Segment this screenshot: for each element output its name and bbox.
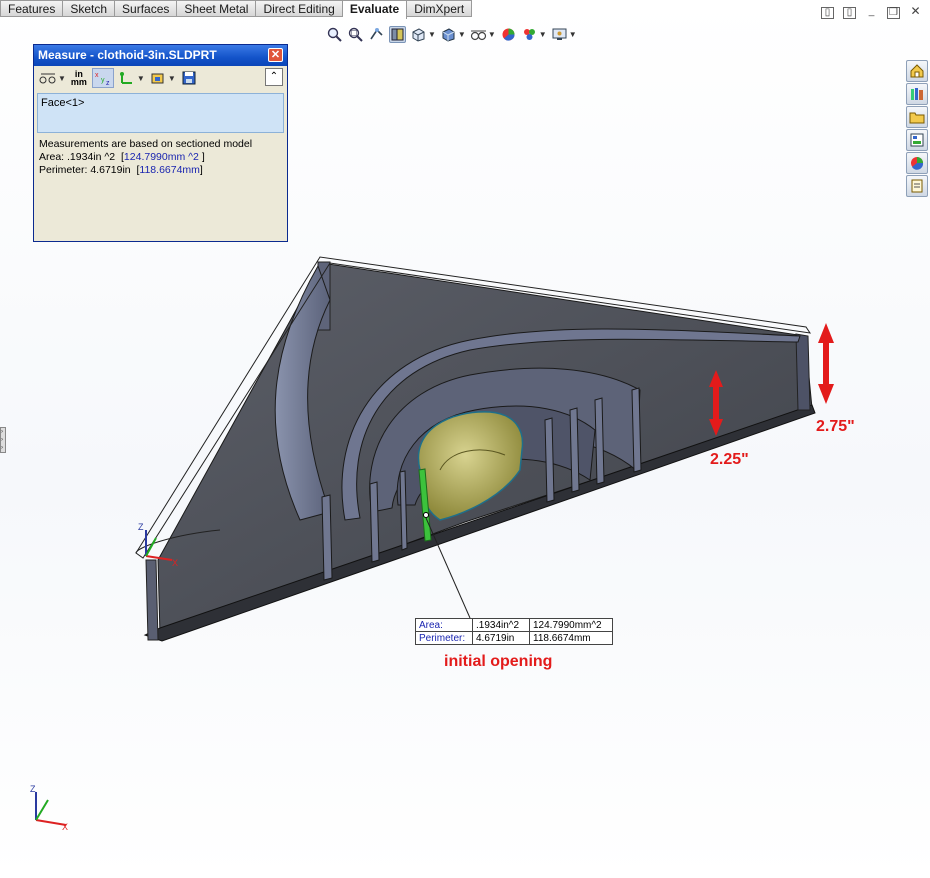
measure-dialog: Measure - clothoid-3in.SLDPRT ✕ ▼ in mm … [33,44,288,242]
selection-item[interactable]: Face<1> [41,97,84,109]
measure-dialog-titlebar[interactable]: Measure - clothoid-3in.SLDPRT ✕ [34,45,287,66]
perimeter-value: Perimeter: 4.6719in [39,164,131,176]
svg-text:y: y [101,77,105,84]
callout-perimeter-in: 4.6719in [472,631,530,645]
close-icon[interactable]: ✕ [268,48,283,62]
save-icon[interactable] [178,68,200,88]
chevron-down-icon[interactable]: ▼ [137,74,145,83]
callout-perimeter-label: Perimeter: [415,631,473,645]
reference-triad: Z X [30,784,68,832]
area-alt-value: 124.7990mm ^2 [123,151,199,163]
svg-text:X: X [172,558,178,568]
units-precision-button[interactable]: in mm [68,68,90,88]
selection-box[interactable]: Face<1> [37,93,284,133]
area-value: Area: .1934in ^2 [39,151,116,163]
perimeter-alt-value: 118.6674mm [139,164,200,176]
svg-text:Z: Z [30,784,36,794]
model-right-wall [795,333,811,411]
annotation-initial-opening: initial opening [444,653,553,670]
results-area: Area: .1934in ^2 [124.7990mm ^2 ] [39,151,205,163]
svg-text:X: X [62,822,68,832]
collapse-icon[interactable]: ⌃ [265,68,283,86]
measure-dialog-title: Measure - clothoid-3in.SLDPRT [38,48,217,62]
projected-on-icon[interactable] [147,68,169,88]
chevron-down-icon[interactable]: ▼ [168,74,176,83]
dimension-label-inner: 2.25" [710,451,749,468]
measure-toolbar: ▼ in mm xyz ▼ ▼ ⌃ [34,66,287,90]
callout-area-mm: 124.7990mm^2 [529,618,613,632]
table-row: Perimeter: 4.6719in 118.6674mm [415,631,613,645]
measure-point-marker [423,512,429,518]
svg-text:Z: Z [138,522,144,532]
callout-area-in: .1934in^2 [472,618,530,632]
results-perimeter: Perimeter: 4.6719in [118.6674mm] [39,164,203,176]
measure-results: Measurements are based on sectioned mode… [34,133,287,182]
chevron-down-icon[interactable]: ▼ [58,74,66,83]
svg-text:z: z [106,80,110,86]
measure-callout: Area: .1934in^2 124.7990mm^2 Perimeter: … [415,618,613,645]
xyz-measure-icon[interactable]: xyz [91,68,114,88]
callout-area-label: Area: [415,618,473,632]
table-row: Area: .1934in^2 124.7990mm^2 [415,618,613,632]
results-note: Measurements are based on sectioned mode… [39,138,253,150]
arc-circle-measure-icon[interactable] [37,68,59,88]
callout-perimeter-mm: 118.6674mm [529,631,613,645]
units-mm-label: mm [70,77,87,87]
svg-text:x: x [95,72,99,79]
dimension-label-outer: 2.75" [816,418,855,435]
model-left-wall [145,559,159,641]
point-to-point-icon[interactable] [116,68,138,88]
